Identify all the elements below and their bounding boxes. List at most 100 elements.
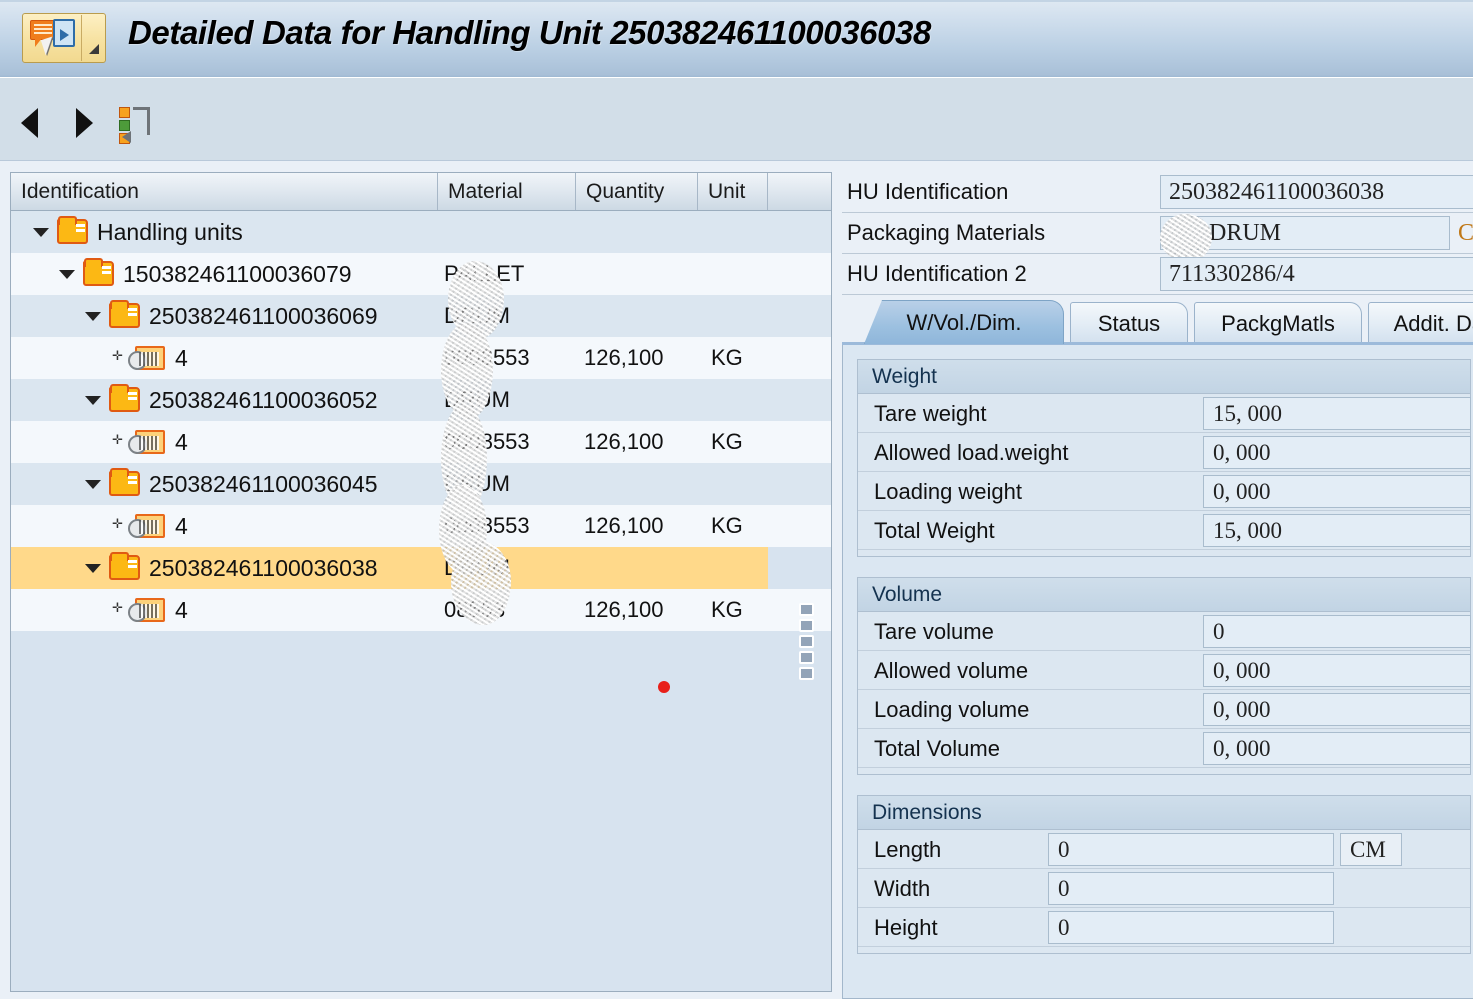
leaf-node-icon [112,435,123,448]
chevron-down-icon[interactable] [59,270,75,279]
chevron-down-icon[interactable] [33,228,49,237]
tree-node-label: Handling units [97,219,243,245]
detail-tab-strip: W/Vol./Dim.StatusPackgMatlsAddit. Data [842,298,1473,344]
table-row[interactable]: 4 0008553 126,100 KG [11,421,831,463]
form-row: Height 0 [858,908,1470,947]
field-value-input[interactable]: 250382461100036038 [1160,175,1473,209]
table-row[interactable]: Handling units [11,211,831,253]
cell-unit [711,547,771,589]
tree-node[interactable]: 4 [11,337,438,379]
cell-quantity [584,463,702,505]
tab-packgmatls[interactable]: PackgMatls [1194,302,1362,344]
cell-quantity [584,295,702,337]
cell-material: 0008553 [444,345,530,370]
field-value-input[interactable]: 0, 000 [1203,475,1471,508]
handling-unit-tree-panel[interactable]: Identification Material Quantity Unit Ha… [10,172,832,992]
field-value-input[interactable]: 15, 000 [1203,397,1471,430]
column-header-quantity[interactable]: Quantity [576,173,698,210]
field-value-input[interactable]: 0, 000 [1203,654,1471,687]
column-header-unit[interactable]: Unit [698,173,768,210]
field-value-input[interactable]: DRUM [1160,216,1450,250]
group-title: Volume [858,578,1470,612]
table-row[interactable]: 250382461100036052 DRUM [11,379,831,421]
field-value-input[interactable]: 711330286/4 [1160,257,1473,291]
column-header-identification[interactable]: Identification [11,173,438,210]
tree-node[interactable]: Handling units [11,211,438,253]
field-trailing-indicator[interactable]: C [1458,216,1473,250]
panel-resize-grip[interactable] [799,603,817,687]
chevron-down-icon[interactable] [85,396,101,405]
tab-addit-data[interactable]: Addit. Data [1368,302,1473,344]
folder-icon [109,552,140,580]
table-row[interactable]: 250382461100036038 DRUM [11,547,768,589]
field-value-input[interactable]: 0, 000 [1203,693,1471,726]
tree-node[interactable]: 250382461100036038 [11,547,438,589]
field-value-input[interactable]: 0, 000 [1203,436,1471,469]
table-row[interactable]: 4 0008553 126,100 KG [11,505,831,547]
field-value-input[interactable]: 0 [1048,833,1334,866]
field-value-input[interactable]: 0 [1048,911,1334,944]
expand-all-tree-icon[interactable] [110,100,162,146]
title-bar: Detailed Data for Handling Unit 25038246… [0,0,1473,78]
table-row[interactable]: 250382461100036045 DRUM [11,463,831,505]
field-label: Width [874,876,931,901]
cell-material: DRUM [444,387,510,412]
field-label: HU Identification 2 [847,261,1027,286]
tree-node[interactable]: 250382461100036052 [11,379,438,421]
tree-node[interactable]: 4 [11,589,438,631]
field-label: Height [874,915,938,940]
tree-node[interactable]: 250382461100036069 [11,295,438,337]
table-row[interactable]: 4 08553 126,100 KG [11,589,831,631]
cell-quantity: 126,100 [584,429,664,454]
tree-node-label: 4 [175,429,188,455]
field-label: Packaging Materials [847,220,1046,245]
field-label: Loading weight [874,479,1023,504]
tree-node-label: 150382461100036079 [123,261,352,287]
table-row[interactable]: 4 0008553 126,100 KG [11,337,831,379]
back-triangle-icon[interactable] [10,100,56,146]
cell-material: DRUM [444,303,510,328]
dropdown-corner-icon[interactable] [89,44,99,54]
field-value-input[interactable]: 0, 000 [1203,732,1471,765]
unit-of-measure-field[interactable]: CM [1340,833,1402,866]
field-value-input[interactable]: 15, 000 [1203,514,1471,547]
tree-node-label: 4 [175,513,188,539]
tree-node-label: 4 [175,345,188,371]
cell-unit [711,211,771,253]
cell-material: DRUM [444,471,510,496]
tree-node-label: 250382461100036069 [149,303,378,329]
tree-node[interactable]: 4 [11,421,438,463]
table-row[interactable]: 250382461100036069 DRUM [11,295,831,337]
forward-triangle-icon[interactable] [62,100,108,146]
tree-node[interactable]: 250382461100036045 [11,463,438,505]
tree-node[interactable]: 150382461100036079 [11,253,438,295]
hu-detail-icon[interactable] [22,13,106,63]
folder-icon [109,300,140,328]
form-row: Allowed load.weight 0, 000 [858,433,1471,472]
form-row: Total Weight 15, 000 [858,511,1471,550]
tab-status[interactable]: Status [1070,302,1188,344]
cell-unit: KG [711,597,743,622]
chevron-down-icon[interactable] [85,564,101,573]
chevron-down-icon[interactable] [85,312,101,321]
cell-material [444,211,584,253]
column-header-blank[interactable] [768,173,831,210]
folder-icon [109,384,140,412]
header-field-row: HU Identification 250382461100036038 [842,172,1473,213]
column-header-material[interactable]: Material [438,173,576,210]
tree-column-header: Identification Material Quantity Unit [11,173,831,211]
toolbar [0,78,1473,161]
chevron-down-icon[interactable] [85,480,101,489]
field-value-input[interactable]: 0 [1048,872,1334,905]
tree-node-label: 250382461100036038 [149,555,378,581]
field-label: Allowed load.weight [874,440,1069,465]
field-value-input[interactable]: 0 [1203,615,1471,648]
tree-node[interactable]: 4 [11,505,438,547]
field-label: Allowed volume [874,658,1029,683]
group-weight: Weight Tare weight 15, 000 Allowed load.wei… [857,359,1471,557]
material-item-icon [128,514,165,538]
row-separator [858,549,1470,550]
field-label: Total Weight [874,518,995,543]
tab-w-vol-dim[interactable]: W/Vol./Dim. [864,300,1064,344]
table-row[interactable]: 150382461100036079 PALLET [11,253,831,295]
